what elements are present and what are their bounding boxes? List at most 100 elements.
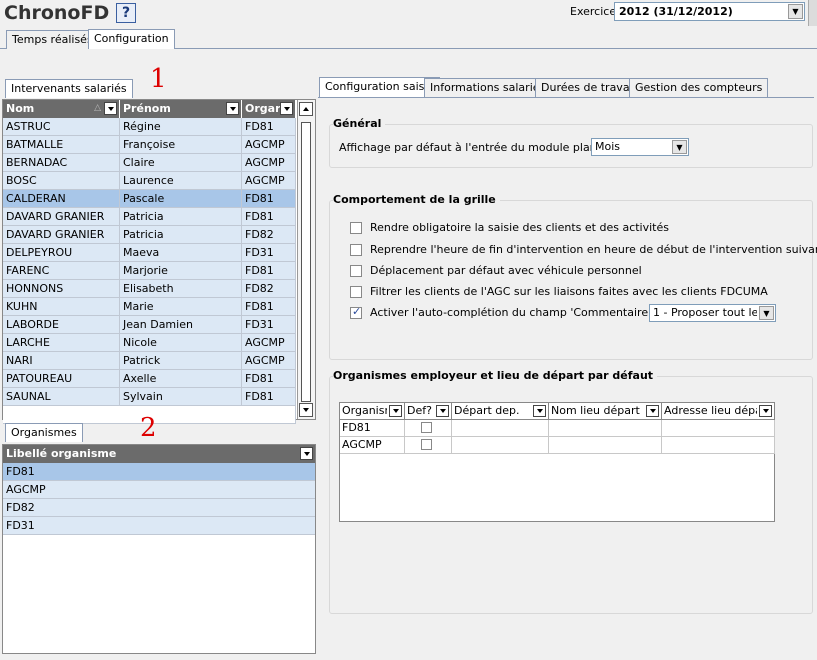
cell-empty[interactable] (662, 437, 775, 454)
cell-organisme[interactable]: FD81 (340, 420, 405, 437)
cell-prenom[interactable]: Claire (120, 154, 242, 172)
cell-prenom[interactable]: Sylvain (120, 388, 242, 406)
affichage-select[interactable]: Mois ▼ (591, 138, 689, 156)
filter-dropdown-icon[interactable] (533, 405, 546, 417)
filter-dropdown-icon[interactable] (280, 102, 293, 115)
cell-prenom[interactable]: Elisabeth (120, 280, 242, 298)
tab-informations-salaries[interactable]: Informations salariés (424, 78, 552, 97)
filter-dropdown-icon[interactable] (759, 405, 772, 417)
cell-nom[interactable]: NARI (3, 352, 120, 370)
cell-organisme[interactable]: FD81 (242, 208, 296, 226)
chevron-down-icon[interactable]: ▼ (759, 306, 774, 320)
cell-nom[interactable]: DAVARD GRANIER (3, 226, 120, 244)
cell-organisme[interactable]: AGCMP (242, 136, 296, 154)
cell-nom[interactable]: DELPEYROU (3, 244, 120, 262)
cell-empty[interactable] (549, 420, 662, 437)
cell-def[interactable] (405, 437, 452, 454)
option-checkbox[interactable] (350, 222, 362, 234)
cell-prenom[interactable]: Patrick (120, 352, 242, 370)
cell-nom[interactable]: SAUNAL (3, 388, 120, 406)
cell-organisme[interactable]: FD81 (242, 118, 296, 136)
cell-organisme[interactable]: FD81 (242, 298, 296, 316)
column-header-nom-lieu-depart[interactable]: Nom lieu départ (549, 403, 662, 420)
cell-organisme[interactable]: FD31 (242, 316, 296, 334)
autocompletion-mode-select[interactable]: 1 - Proposer tout les ▼ (649, 304, 776, 322)
tab-durees-de-travail[interactable]: Durées de travail (535, 78, 642, 97)
scroll-down-icon[interactable] (299, 403, 313, 417)
filter-dropdown-icon[interactable] (226, 102, 239, 115)
cell-prenom[interactable]: Nicole (120, 334, 242, 352)
cell-organisme[interactable]: AGCMP (242, 334, 296, 352)
cell-empty[interactable] (452, 420, 549, 437)
column-header-organisme[interactable]: Orgar (242, 100, 296, 118)
chevron-down-icon[interactable]: ▼ (788, 4, 803, 19)
cell-nom[interactable]: BATMALLE (3, 136, 120, 154)
cell-organisme[interactable]: FD81 (242, 190, 296, 208)
cell-organisme[interactable]: FD82 (242, 226, 296, 244)
option-checkbox[interactable] (350, 286, 362, 298)
filter-dropdown-icon[interactable] (104, 102, 117, 115)
salaries-scrollbar[interactable] (297, 100, 315, 419)
cell-prenom[interactable]: Françoise (120, 136, 242, 154)
filter-dropdown-icon[interactable] (389, 405, 402, 417)
tab-temps-realises[interactable]: Temps réalisés (6, 30, 99, 49)
cell-prenom[interactable]: Marjorie (120, 262, 242, 280)
cell-organisme[interactable]: AGCMP (242, 154, 296, 172)
organisme-row[interactable]: FD82 (3, 499, 315, 517)
cell-nom[interactable]: LABORDE (3, 316, 120, 334)
filter-dropdown-icon[interactable] (646, 405, 659, 417)
cell-prenom[interactable]: Axelle (120, 370, 242, 388)
cell-empty[interactable] (452, 437, 549, 454)
filter-dropdown-icon[interactable] (436, 405, 449, 417)
tab-configuration-saisie[interactable]: Configuration saisie (319, 77, 441, 97)
column-header-adresse-lieu-depart[interactable]: Adresse lieu dépar (662, 403, 775, 420)
cell-organisme[interactable]: FD31 (242, 244, 296, 262)
option-checkbox[interactable] (350, 305, 362, 319)
cell-nom[interactable]: HONNONS (3, 280, 120, 298)
cell-prenom[interactable]: Patricia (120, 208, 242, 226)
cell-nom[interactable]: ASTRUC (3, 118, 120, 136)
cell-prenom[interactable]: Pascale (120, 190, 242, 208)
column-header-libelle-organisme[interactable]: Libellé organisme (3, 445, 315, 463)
cell-nom[interactable]: KUHN (3, 298, 120, 316)
cell-prenom[interactable]: Marie (120, 298, 242, 316)
option-checkbox[interactable] (350, 265, 362, 277)
cell-nom[interactable]: BOSC (3, 172, 120, 190)
option-checkbox[interactable] (350, 244, 362, 256)
tab-configuration[interactable]: Configuration (88, 29, 175, 49)
cell-organisme[interactable]: AGCMP (242, 352, 296, 370)
column-header-nom[interactable]: Nom △ (3, 100, 120, 118)
cell-organisme[interactable]: FD81 (242, 370, 296, 388)
chevron-down-icon[interactable]: ▼ (672, 140, 687, 154)
def-checkbox[interactable] (421, 422, 432, 433)
tab-intervenants-salaries[interactable]: Intervenants salariés (5, 79, 133, 98)
cell-prenom[interactable]: Maeva (120, 244, 242, 262)
cell-nom[interactable]: BERNADAC (3, 154, 120, 172)
cell-prenom[interactable]: Laurence (120, 172, 242, 190)
cell-organisme[interactable]: FD81 (242, 388, 296, 406)
cell-nom[interactable]: PATOUREAU (3, 370, 120, 388)
organisme-row[interactable]: AGCMP (3, 481, 315, 499)
cell-nom[interactable]: CALDERAN (3, 190, 120, 208)
cell-empty[interactable] (662, 420, 775, 437)
column-header-def[interactable]: Def? (405, 403, 452, 420)
cell-nom[interactable]: FARENC (3, 262, 120, 280)
cell-organisme[interactable]: FD81 (242, 262, 296, 280)
cell-nom[interactable]: LARCHE (3, 334, 120, 352)
organisme-row[interactable]: FD31 (3, 517, 315, 535)
scroll-thumb[interactable] (301, 122, 311, 402)
cell-prenom[interactable]: Patricia (120, 226, 242, 244)
filter-dropdown-icon[interactable] (300, 447, 313, 460)
cell-prenom[interactable]: Jean Damien (120, 316, 242, 334)
cell-organisme[interactable]: AGCMP (340, 437, 405, 454)
scroll-up-icon[interactable] (299, 102, 313, 116)
column-header-organisme[interactable]: Organism (340, 403, 405, 420)
help-button[interactable]: ? (116, 3, 136, 23)
tab-organismes[interactable]: Organismes (5, 423, 83, 442)
cell-organisme[interactable]: AGCMP (242, 172, 296, 190)
tab-gestion-des-compteurs[interactable]: Gestion des compteurs (629, 78, 769, 97)
def-checkbox[interactable] (421, 439, 432, 450)
organisme-row[interactable]: FD81 (3, 463, 315, 481)
cell-def[interactable] (405, 420, 452, 437)
exercice-select[interactable]: 2012 (31/12/2012) ▼ (614, 2, 805, 21)
